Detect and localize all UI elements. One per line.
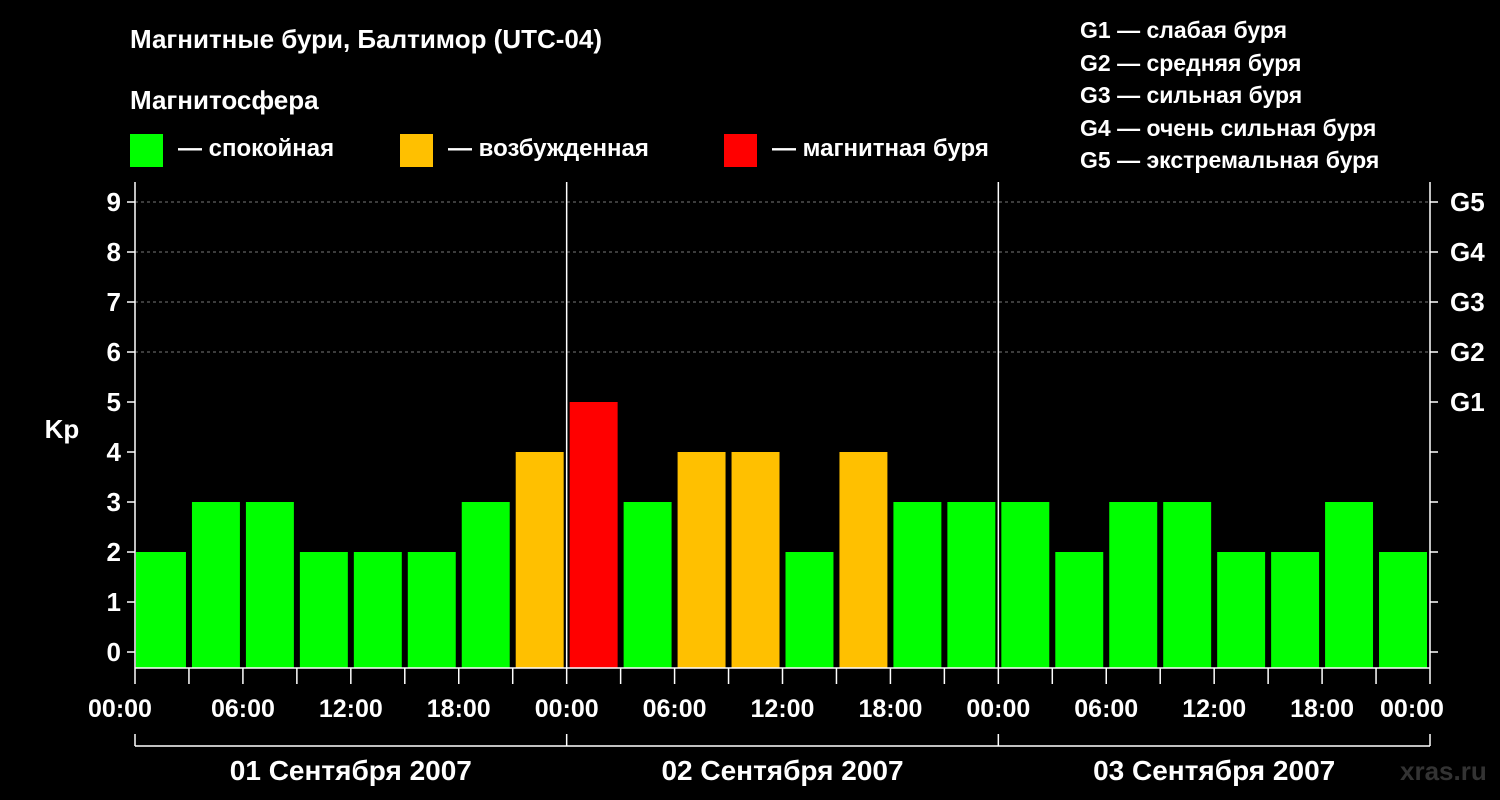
- kp-bar-0: [136, 552, 186, 668]
- kp-bar-22: [1325, 502, 1374, 668]
- y-tick-label-9: 9: [107, 187, 121, 217]
- kp-bar-5: [407, 552, 456, 668]
- x-tick-label-8: 00:00: [966, 695, 1030, 723]
- x-tick-label-7: 18:00: [858, 695, 922, 723]
- y-tick-label-5: 5: [107, 387, 121, 417]
- watermark: xras.ru: [1400, 756, 1487, 786]
- x-tick-label-5: 06:00: [643, 695, 707, 723]
- kp-bar-19: [1163, 502, 1212, 668]
- x-tick-label-12: 00:00: [1380, 695, 1444, 723]
- x-tick-label-4: 00:00: [535, 695, 599, 723]
- x-tick-label-3: 18:00: [427, 695, 491, 723]
- g-level-label-G5: G5: [1450, 187, 1485, 217]
- y-tick-label-7: 7: [107, 287, 121, 317]
- x-tick-label-11: 18:00: [1290, 695, 1354, 723]
- x-tick-label-10: 12:00: [1182, 695, 1246, 723]
- kp-bar-10: [677, 452, 726, 668]
- g-level-label-G4: G4: [1450, 237, 1485, 267]
- g-level-label-G3: G3: [1450, 287, 1485, 317]
- kp-bar-17: [1055, 552, 1104, 668]
- y-tick-label-4: 4: [107, 437, 122, 467]
- kp-bar-11: [731, 452, 780, 668]
- x-tick-label-2: 12:00: [319, 695, 383, 723]
- kp-bar-16: [1001, 502, 1050, 668]
- kp-bar-12: [785, 552, 834, 668]
- kp-bar-chart: 0 1 2 3 4 5 6 7 8 9 Kp G1 G2 G3 G4 G5 00:00 06:00 12:00 18:…: [45, 182, 1485, 786]
- kp-bar-2: [245, 502, 294, 668]
- g-level-label-G1: G1: [1450, 387, 1485, 417]
- kp-bar-8: [569, 402, 618, 668]
- y-tick-label-1: 1: [107, 587, 121, 617]
- kp-bar-1: [191, 502, 240, 668]
- x-tick-label-1: 06:00: [211, 695, 275, 723]
- g-level-label-G2: G2: [1450, 337, 1485, 367]
- date-label-1: 02 Сентября 2007: [661, 755, 903, 786]
- x-tick-label-6: 12:00: [751, 695, 815, 723]
- x-tick-label-0: 00:00: [88, 695, 152, 723]
- kp-bar-7: [515, 452, 564, 668]
- y-tick-label-8: 8: [107, 237, 121, 267]
- y-tick-label-2: 2: [107, 537, 121, 567]
- kp-bar-6: [461, 502, 510, 668]
- kp-bar-3: [299, 552, 348, 668]
- y-tick-label-6: 6: [107, 337, 121, 367]
- kp-bar-13: [839, 452, 888, 668]
- kp-bar-4: [353, 552, 402, 668]
- kp-bar-14: [893, 502, 942, 668]
- y-tick-label-3: 3: [107, 487, 121, 517]
- y-tick-label-0: 0: [107, 637, 121, 667]
- date-label-2: 03 Сентября 2007: [1093, 755, 1335, 786]
- kp-bar-9: [623, 502, 672, 668]
- x-tick-label-9: 06:00: [1074, 695, 1138, 723]
- y-axis-label: Kp: [45, 414, 80, 444]
- kp-bar-23: [1379, 552, 1427, 668]
- date-label-0: 01 Сентября 2007: [230, 755, 472, 786]
- kp-bar-18: [1109, 502, 1158, 668]
- kp-bar-20: [1217, 552, 1266, 668]
- kp-bar-15: [947, 502, 996, 668]
- kp-bar-21: [1271, 552, 1320, 668]
